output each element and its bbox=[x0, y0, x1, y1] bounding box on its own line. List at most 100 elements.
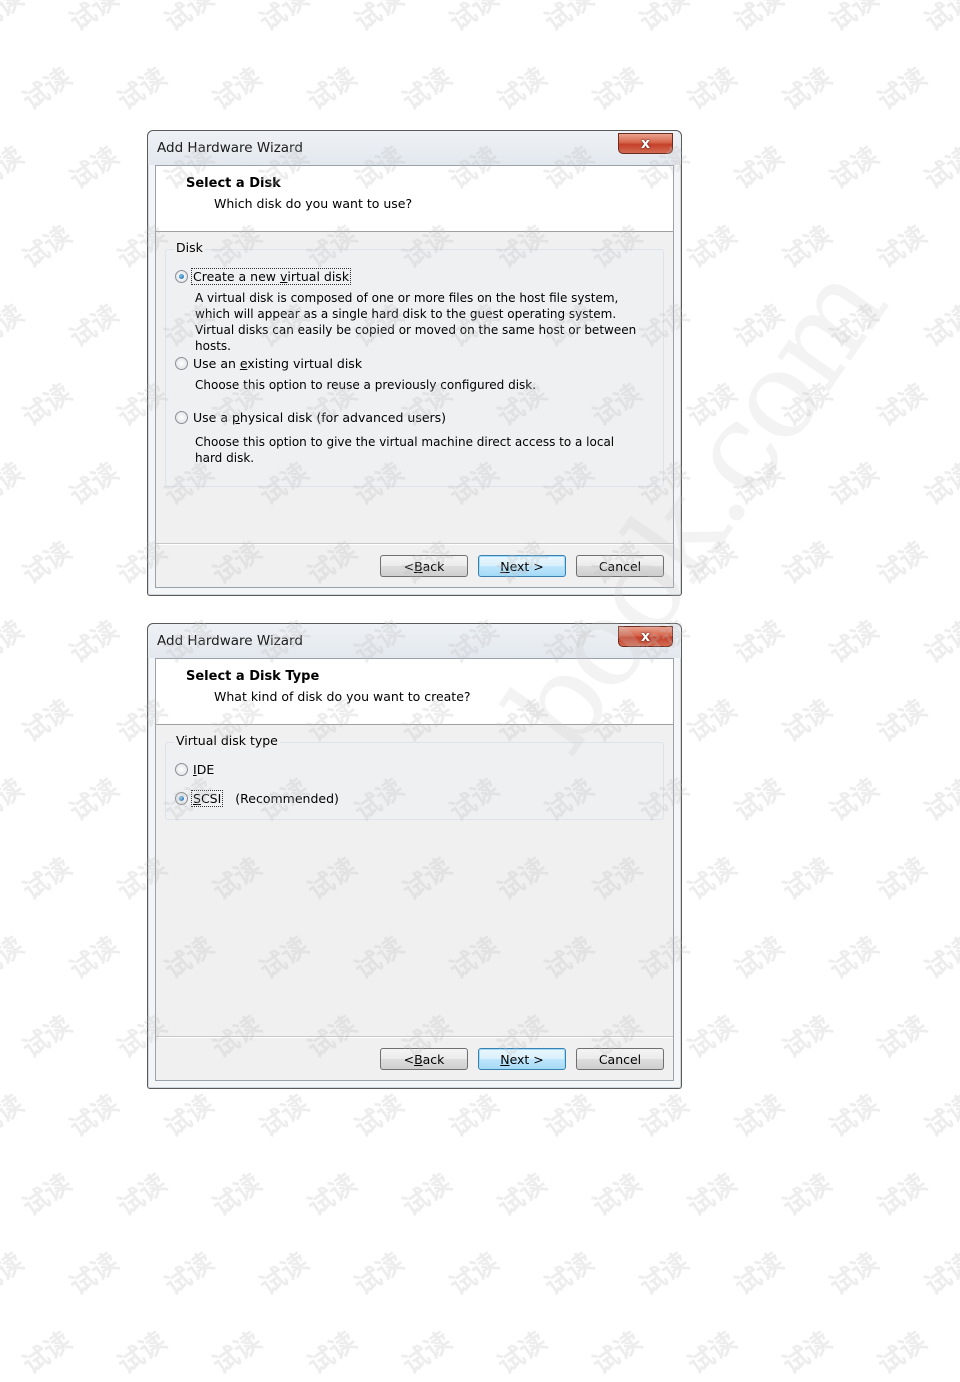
next-button[interactable]: Next > bbox=[478, 1048, 566, 1070]
watermark-text: 试读 bbox=[64, 141, 125, 196]
option-use-physical-disk[interactable]: Use a physical disk (for advanced users) bbox=[175, 410, 447, 425]
title-bar[interactable]: Add Hardware Wizard x bbox=[148, 624, 681, 658]
watermark-text: 试读 bbox=[302, 62, 363, 117]
option-description: Choose this option to reuse a previously… bbox=[195, 378, 537, 392]
watermark-text: 试读 bbox=[729, 141, 790, 196]
option-create-new-virtual-disk[interactable]: Create a new virtual disk bbox=[175, 268, 352, 285]
wizard-body: Select a Disk Which disk do you want to … bbox=[155, 165, 674, 588]
watermark-text: 试读 bbox=[349, 1247, 410, 1302]
wizard-body: Select a Disk Type What kind of disk do … bbox=[155, 658, 674, 1081]
radio-button[interactable] bbox=[175, 763, 188, 776]
watermark-text: 试读 bbox=[682, 378, 743, 433]
cancel-button[interactable]: Cancel bbox=[576, 1048, 664, 1070]
watermark-text: 试读 bbox=[729, 299, 790, 354]
watermark-text: 试读 bbox=[0, 141, 30, 196]
watermark-text: 试读 bbox=[919, 141, 960, 196]
watermark-text: 试读 bbox=[777, 536, 838, 591]
watermark-text: 试读 bbox=[64, 615, 125, 670]
option-label: SCSI bbox=[190, 790, 224, 807]
watermark-text: 试读 bbox=[17, 694, 78, 749]
watermark-text: 试读 bbox=[17, 536, 78, 591]
watermark-text: 试读 bbox=[254, 1247, 315, 1302]
page-subtitle: What kind of disk do you want to create? bbox=[214, 689, 471, 704]
page-title: Select a Disk bbox=[186, 176, 281, 191]
watermark-text: 试读 bbox=[64, 299, 125, 354]
back-button[interactable]: < Back bbox=[380, 555, 468, 577]
watermark-text: 试读 bbox=[682, 62, 743, 117]
watermark-text: 试读 bbox=[64, 931, 125, 986]
wizard-header: Select a Disk Type What kind of disk do … bbox=[156, 659, 673, 725]
watermark-text: 试读 bbox=[729, 1089, 790, 1144]
watermark-text: 试读 bbox=[872, 1168, 933, 1223]
watermark-text: 试读 bbox=[0, 1089, 30, 1144]
watermark-text: 试读 bbox=[0, 931, 30, 986]
virtual-disk-type-group: Virtual disk type IDE SCSI (Recommended) bbox=[165, 733, 664, 820]
radio-button[interactable] bbox=[175, 357, 188, 370]
watermark-text: 试读 bbox=[777, 852, 838, 907]
watermark-text: 试读 bbox=[492, 1168, 553, 1223]
watermark-text: 试读 bbox=[872, 1010, 933, 1065]
watermark-text: 试读 bbox=[824, 0, 885, 38]
watermark-text: 试读 bbox=[587, 1168, 648, 1223]
option-description: A virtual disk is composed of one or mor… bbox=[195, 291, 637, 353]
page-title: Select a Disk Type bbox=[186, 669, 320, 684]
option-use-existing-virtual-disk[interactable]: Use an existing virtual disk bbox=[175, 356, 363, 371]
watermark-text: 试读 bbox=[17, 62, 78, 117]
watermark-text: 试读 bbox=[729, 773, 790, 828]
watermark-text: 试读 bbox=[64, 1247, 125, 1302]
radio-button-checked[interactable] bbox=[175, 270, 188, 283]
watermark-text: 试读 bbox=[207, 1168, 268, 1223]
close-button[interactable]: x bbox=[618, 626, 673, 647]
watermark-text: 试读 bbox=[729, 931, 790, 986]
close-icon: x bbox=[640, 628, 651, 645]
watermark-text: 试读 bbox=[0, 0, 30, 38]
option-label: Use a physical disk (for advanced users) bbox=[193, 410, 447, 425]
watermark-text: 试读 bbox=[777, 220, 838, 275]
watermark-text: 试读 bbox=[539, 0, 600, 38]
watermark-text: 试读 bbox=[634, 0, 695, 38]
option-scsi[interactable]: SCSI (Recommended) bbox=[175, 790, 340, 807]
watermark-text: 试读 bbox=[492, 62, 553, 117]
watermark-text: 试读 bbox=[919, 1089, 960, 1144]
watermark-text: 试读 bbox=[302, 1326, 363, 1381]
watermark-text: 试读 bbox=[872, 852, 933, 907]
watermark-text: 试读 bbox=[0, 773, 30, 828]
close-button[interactable]: x bbox=[618, 133, 673, 154]
watermark-text: 试读 bbox=[872, 536, 933, 591]
watermark-text: 试读 bbox=[729, 1247, 790, 1302]
cancel-button[interactable]: Cancel bbox=[576, 555, 664, 577]
option-label: Create a new virtual disk bbox=[190, 268, 352, 285]
watermark-text: 试读 bbox=[397, 1168, 458, 1223]
watermark-text: 试读 bbox=[824, 457, 885, 512]
watermark-text: 试读 bbox=[729, 0, 790, 38]
watermark-text: 试读 bbox=[729, 457, 790, 512]
watermark-text: 试读 bbox=[112, 1168, 173, 1223]
watermark-text: 试读 bbox=[349, 0, 410, 38]
watermark-text: 试读 bbox=[207, 62, 268, 117]
wizard-header: Select a Disk Which disk do you want to … bbox=[156, 166, 673, 232]
watermark-text: 试读 bbox=[682, 1168, 743, 1223]
watermark-text: 试读 bbox=[0, 615, 30, 670]
recommended-note: (Recommended) bbox=[235, 791, 339, 806]
watermark-text: 试读 bbox=[112, 62, 173, 117]
watermark-text: 试读 bbox=[17, 1010, 78, 1065]
option-label: IDE bbox=[193, 762, 215, 777]
option-ide[interactable]: IDE bbox=[175, 762, 215, 777]
watermark-text: 试读 bbox=[919, 299, 960, 354]
radio-button-checked[interactable] bbox=[175, 792, 188, 805]
watermark-text: 试读 bbox=[872, 694, 933, 749]
watermark-text: 试读 bbox=[587, 1326, 648, 1381]
watermark-text: 试读 bbox=[682, 220, 743, 275]
watermark-text: 试读 bbox=[682, 536, 743, 591]
watermark-text: 试读 bbox=[824, 1247, 885, 1302]
option-label: Use an existing virtual disk bbox=[193, 356, 363, 371]
add-hardware-wizard-select-disk-type: Add Hardware Wizard x Select a Disk Type… bbox=[147, 623, 682, 1089]
title-bar[interactable]: Add Hardware Wizard x bbox=[148, 131, 681, 165]
radio-button[interactable] bbox=[175, 411, 188, 424]
next-button[interactable]: Next > bbox=[478, 555, 566, 577]
watermark-text: 试读 bbox=[64, 1089, 125, 1144]
back-button[interactable]: < Back bbox=[380, 1048, 468, 1070]
watermark-text: 试读 bbox=[492, 1326, 553, 1381]
watermark-text: 试读 bbox=[444, 1089, 505, 1144]
window-title: Add Hardware Wizard bbox=[157, 140, 303, 156]
